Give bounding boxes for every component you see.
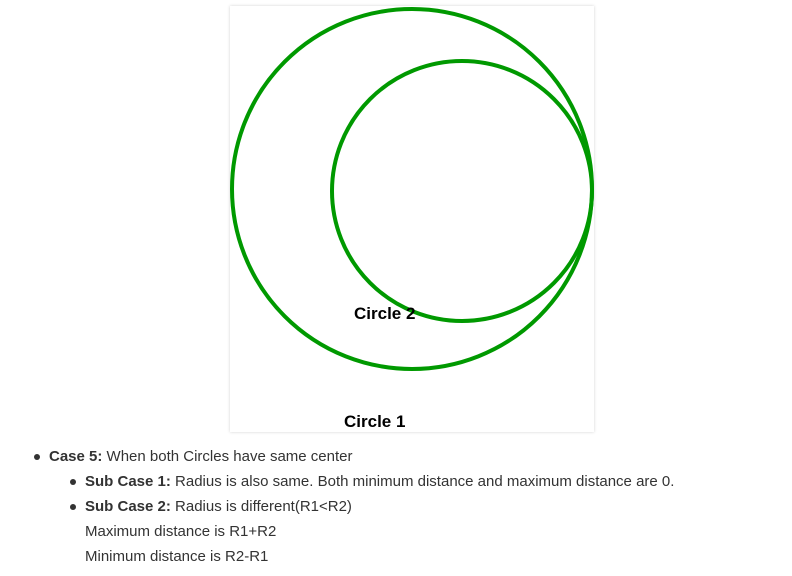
circle-2-label: Circle 2 xyxy=(354,304,416,323)
sub-case-1-title: Sub Case 1: xyxy=(85,473,171,490)
circles-diagram: Circle 2 Circle 1 xyxy=(230,6,594,432)
circle-2-outline xyxy=(330,59,594,323)
sub-case-1-item: Sub Case 1: Radius is also same. Both mi… xyxy=(0,469,792,494)
circle-1-label: Circle 1 xyxy=(344,412,406,431)
min-distance-line: Minimum distance is R2-R1 xyxy=(85,548,269,565)
case-list: Case 5: When both Circles have same cent… xyxy=(0,444,792,569)
case-5-item: Case 5: When both Circles have same cent… xyxy=(0,444,792,469)
sub-case-2-title: Sub Case 2: xyxy=(85,498,171,515)
case-notes: Case 5: When both Circles have same cent… xyxy=(0,444,792,569)
sub-case-1-text: Radius is also same. Both minimum distan… xyxy=(170,473,675,490)
sub-case-2-text: Radius is different(R1<R2) xyxy=(170,498,352,515)
case-5-title: Case 5: xyxy=(49,448,103,465)
sub-case-2-item: Sub Case 2: Radius is different(R1<R2) xyxy=(0,494,792,519)
case-5-text: When both Circles have same center xyxy=(102,448,353,465)
circles-svg xyxy=(230,7,594,371)
max-distance-line: Maximum distance is R1+R2 xyxy=(85,523,277,540)
